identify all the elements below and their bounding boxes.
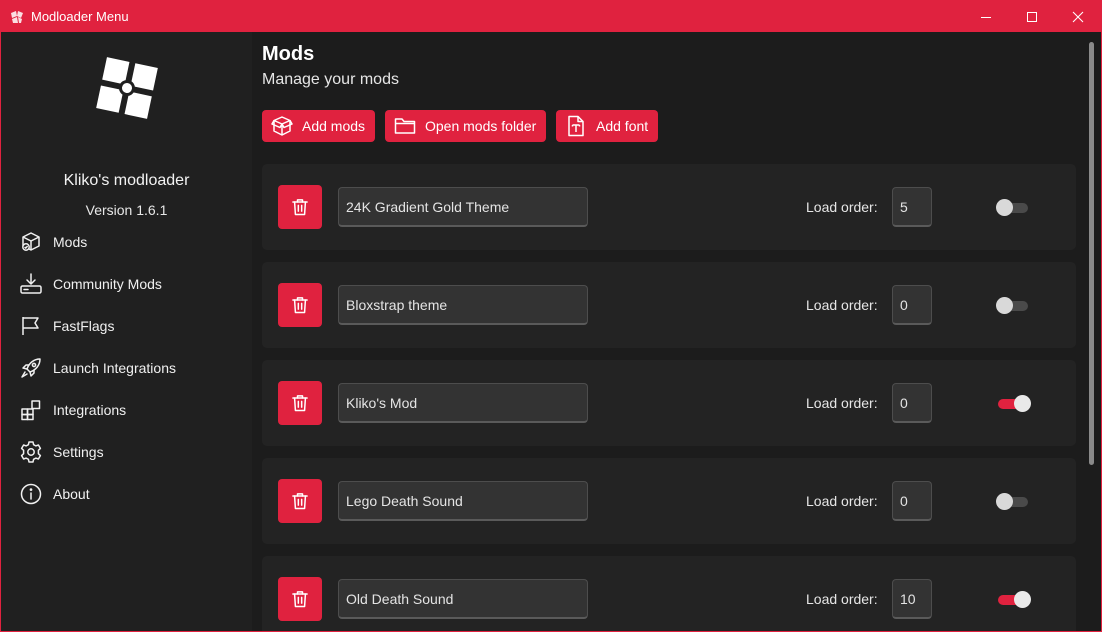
app-window: Modloader Menu Kliko's modloader Version… (0, 0, 1102, 632)
trash-icon (292, 297, 308, 314)
maximize-button[interactable] (1009, 1, 1055, 32)
delete-mod-button[interactable] (278, 479, 322, 523)
box-icon (271, 116, 293, 136)
add-font-label: Add font (596, 118, 649, 134)
info-icon (20, 483, 42, 505)
sidebar-item-community-mods[interactable]: Community Mods (15, 265, 245, 303)
delete-mod-button[interactable] (278, 381, 322, 425)
sidebar-item-label: Settings (53, 444, 104, 460)
delete-mod-button[interactable] (278, 283, 322, 327)
sidebar-item-label: Mods (53, 234, 88, 250)
sidebar-item-label: Community Mods (53, 276, 162, 292)
open-mods-folder-label: Open mods folder (425, 118, 537, 134)
font-file-icon (568, 115, 584, 137)
page-subtitle: Manage your mods (262, 71, 399, 88)
load-order-field[interactable]: 10 (892, 579, 932, 619)
mod-card: 24K Gradient Gold Theme Load order: 5 (262, 164, 1076, 250)
app-version: Version 1.6.1 (85, 202, 168, 218)
title-bar: Modloader Menu (1, 1, 1101, 32)
mod-enabled-toggle[interactable] (995, 394, 1031, 412)
main-content: Mods Manage your mods Add mods Open mods… (252, 32, 1088, 631)
sidebar: Kliko's modloader Version 1.6.1 Mods Com… (1, 32, 252, 631)
modloader-logo-icon (96, 57, 158, 119)
app-logo-icon (11, 10, 23, 23)
close-icon (1072, 11, 1084, 22)
load-order-field[interactable]: 0 (892, 285, 932, 325)
sidebar-item-label: Launch Integrations (53, 360, 176, 376)
rocket-icon (21, 358, 41, 378)
scrollbar-thumb[interactable] (1089, 42, 1094, 465)
mod-card: Bloxstrap theme Load order: 0 (262, 262, 1076, 348)
apps-add-icon (21, 400, 41, 421)
mod-enabled-toggle[interactable] (995, 296, 1031, 314)
add-mods-label: Add mods (302, 118, 366, 134)
mod-name-field[interactable]: Bloxstrap theme (338, 285, 588, 325)
minimize-icon (981, 16, 991, 18)
minimize-button[interactable] (963, 1, 1009, 32)
mod-name-field[interactable]: Old Death Sound (338, 579, 588, 619)
page-title: Mods (262, 43, 315, 65)
app-name: Kliko's modloader (63, 172, 190, 189)
sidebar-item-launch-integrations[interactable]: Launch Integrations (15, 349, 245, 387)
maximize-icon (1027, 11, 1037, 22)
gear-icon (20, 441, 42, 463)
sidebar-item-label: FastFlags (53, 318, 115, 334)
close-button[interactable] (1055, 1, 1101, 32)
scrollbar[interactable] (1088, 32, 1101, 631)
mod-name-field[interactable]: Lego Death Sound (338, 481, 588, 521)
trash-icon (292, 591, 308, 608)
folder-icon (394, 118, 416, 134)
sidebar-item-mods[interactable]: Mods (15, 223, 245, 261)
trash-icon (292, 395, 308, 412)
trash-icon (292, 493, 308, 510)
window-title: Modloader Menu (31, 9, 129, 24)
mods-cube-icon (22, 232, 40, 251)
sidebar-item-fastflags[interactable]: FastFlags (15, 307, 245, 345)
load-order-field[interactable]: 5 (892, 187, 932, 227)
load-order-label: Load order: (806, 297, 878, 313)
sidebar-item-about[interactable]: About (15, 475, 245, 513)
sidebar-item-label: About (53, 486, 90, 502)
load-order-label: Load order: (806, 395, 878, 411)
mod-enabled-toggle[interactable] (995, 198, 1031, 216)
add-font-button[interactable]: Add font (556, 110, 659, 142)
delete-mod-button[interactable] (278, 577, 322, 621)
flag-icon (22, 317, 39, 335)
mod-name-field[interactable]: Kliko's Mod (338, 383, 588, 423)
sidebar-item-integrations[interactable]: Integrations (15, 391, 245, 429)
mod-enabled-toggle[interactable] (995, 590, 1031, 608)
trash-icon (292, 199, 308, 216)
window-controls (963, 1, 1101, 32)
mod-enabled-toggle[interactable] (995, 492, 1031, 510)
mod-name-field[interactable]: 24K Gradient Gold Theme (338, 187, 588, 227)
delete-mod-button[interactable] (278, 185, 322, 229)
load-order-field[interactable]: 0 (892, 383, 932, 423)
download-icon (20, 273, 42, 294)
sidebar-item-settings[interactable]: Settings (15, 433, 245, 471)
load-order-label: Load order: (806, 591, 878, 607)
mod-card: Kliko's Mod Load order: 0 (262, 360, 1076, 446)
open-mods-folder-button[interactable]: Open mods folder (385, 110, 547, 142)
load-order-label: Load order: (806, 493, 878, 509)
mod-card: Old Death Sound Load order: 10 (262, 556, 1076, 631)
load-order-label: Load order: (806, 199, 878, 215)
sidebar-item-label: Integrations (53, 402, 127, 418)
load-order-field[interactable]: 0 (892, 481, 932, 521)
add-mods-button[interactable]: Add mods (262, 110, 376, 142)
mod-card: Lego Death Sound Load order: 0 (262, 458, 1076, 544)
